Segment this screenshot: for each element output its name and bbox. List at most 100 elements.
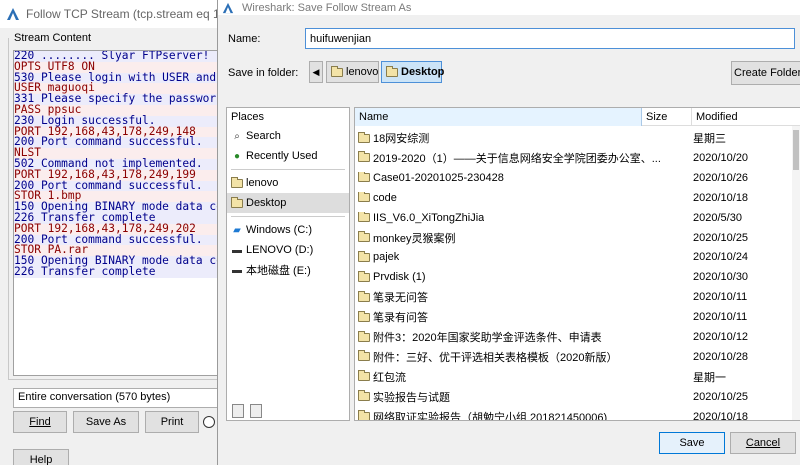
file-name-cell: 网络取证实验报告（胡勉宁小组 201821450006): [355, 409, 692, 421]
file-modified: 2020/10/28: [693, 350, 749, 363]
folder-icon: [358, 151, 370, 163]
stream-line: 200 Port command successful.: [14, 136, 217, 149]
wireshark-logo-icon: [7, 8, 19, 20]
folder-icon: [358, 191, 370, 203]
file-name-cell: Prvdisk (1): [355, 271, 692, 283]
file-row[interactable]: 实验报告与试题 2020/10/25: [355, 387, 795, 407]
print-button-label: Print: [160, 416, 184, 428]
file-name: Case01-20201025-230428: [373, 171, 504, 184]
file-name-cell: 笔录有问答: [355, 309, 692, 325]
place-recently-used[interactable]: ● Recently Used: [227, 146, 349, 166]
folder-icon: [358, 410, 370, 420]
file-name: 笔录无问答: [373, 292, 428, 305]
file-modified: 2020/10/11: [693, 291, 748, 304]
file-list: Name Size Modified 18网安综测 星期三 2019-2020（1）…: [354, 107, 800, 421]
file-row[interactable]: 18网安综测 星期三: [355, 128, 795, 148]
save-as-button-label: Save As: [85, 416, 127, 428]
column-header-size[interactable]: Size: [642, 108, 692, 126]
folder-icon: [358, 390, 370, 402]
remove-bookmark-icon[interactable]: [250, 404, 262, 418]
place-lenovo[interactable]: lenovo: [227, 173, 349, 193]
path-back-arrow-icon[interactable]: ◀: [309, 61, 323, 83]
file-row[interactable]: Case01-20201025-230428 2020/10/26: [355, 168, 795, 188]
file-name-cell: 红包流: [355, 369, 692, 385]
folder-icon: [358, 310, 370, 322]
place-search[interactable]: ⌕ Search: [227, 126, 349, 146]
place-label: Recently Used: [246, 150, 318, 162]
file-row[interactable]: 附件：三好、优干评选相关表格模板（2020新版） 2020/10/28: [355, 347, 795, 367]
find-button[interactable]: Find: [13, 411, 67, 433]
breadcrumb-desktop[interactable]: Desktop: [381, 61, 445, 83]
create-folder-button[interactable]: Create Folder: [731, 61, 800, 85]
place-drive-e[interactable]: ▬ 本地磁盘 (E:): [227, 260, 349, 280]
file-name: 笔录有问答: [373, 312, 428, 325]
place-drive-d[interactable]: ▬ LENOVO (D:): [227, 240, 349, 260]
file-row[interactable]: 附件3：2020年国家奖助学金评选条件、申请表 2020/10/12: [355, 327, 795, 347]
place-label: Search: [246, 130, 281, 142]
breadcrumb-label: Desktop: [401, 66, 445, 78]
place-label: lenovo: [246, 177, 279, 189]
cancel-button-label: Cancel: [745, 437, 781, 449]
print-button[interactable]: Print: [145, 411, 199, 433]
file-modified: 2020/10/12: [693, 331, 749, 343]
place-drive-c[interactable]: ▰ Windows (C:): [227, 220, 349, 240]
file-modified: 2020/10/26: [693, 171, 749, 184]
windows-drive-icon: ▰: [233, 224, 241, 236]
file-name: pajek: [373, 251, 400, 264]
column-header-modified[interactable]: Modified: [692, 108, 800, 126]
dialog-titlebar: Wireshark: Save Follow Stream As: [218, 0, 800, 15]
breadcrumb-lenovo[interactable]: lenovo: [326, 61, 379, 83]
file-row[interactable]: 2019-2020（1）——关于信息网络安全学院团委办公室、... 2020/10…: [355, 148, 795, 168]
direction-radio[interactable]: [203, 416, 215, 428]
file-list-scroll-thumb[interactable]: [793, 130, 799, 170]
recent-icon: ●: [233, 150, 241, 162]
place-label: 本地磁盘 (E:): [246, 265, 311, 277]
conversation-select[interactable]: Entire conversation (570 bytes): [13, 388, 218, 408]
stream-line: 226 Transfer complete: [14, 266, 217, 278]
save-button-label: Save: [679, 437, 705, 449]
stream-content-text[interactable]: 220 ........ Slyar FTPserver! OPTS UTF8 O…: [13, 50, 218, 376]
column-header-name[interactable]: Name: [355, 108, 642, 126]
folder-icon: [358, 370, 370, 382]
wireshark-logo-icon: [222, 2, 234, 13]
file-modified: 2020/10/30: [693, 271, 749, 284]
save-in-folder-label: Save in folder:: [228, 67, 299, 79]
save-button[interactable]: Save: [659, 432, 725, 454]
follow-tcp-stream-window: Follow TCP Stream (tcp.stream eq 17) Str…: [0, 0, 232, 465]
file-row[interactable]: Prvdisk (1) 2020/10/30: [355, 267, 795, 287]
help-button-label: Help: [29, 454, 53, 465]
name-label: Name:: [228, 33, 261, 45]
folder-icon: [231, 176, 243, 188]
file-row[interactable]: 笔录有问答 2020/10/11: [355, 307, 795, 327]
file-modified: 2020/10/25: [693, 231, 749, 244]
help-button[interactable]: Help: [13, 449, 69, 465]
place-desktop[interactable]: Desktop: [227, 193, 349, 213]
folder-icon: [358, 350, 370, 362]
file-row[interactable]: monkey灵猴案例 2020/10/25: [355, 228, 795, 248]
file-name-cell: pajek: [355, 251, 692, 263]
file-name: code: [373, 191, 397, 204]
file-name: monkey灵猴案例: [373, 232, 456, 245]
places-toolbar: [232, 404, 262, 418]
file-row[interactable]: IIS_V6.0_XiTongZhiJia 2020/5/30: [355, 208, 795, 228]
file-row[interactable]: 笔录无问答 2020/10/11: [355, 287, 795, 307]
save-as-button[interactable]: Save As: [73, 411, 139, 433]
file-row[interactable]: code 2020/10/18: [355, 188, 795, 208]
file-row[interactable]: 红包流 星期一: [355, 367, 795, 387]
file-row[interactable]: pajek 2020/10/24: [355, 247, 795, 267]
file-name: 网络取证实验报告（胡勉宁小组 201821450006): [373, 411, 608, 421]
add-bookmark-icon[interactable]: [232, 404, 244, 418]
cancel-button[interactable]: Cancel: [730, 432, 796, 454]
file-row[interactable]: 网络取证实验报告（胡勉宁小组 201821450006) 2020/10/18: [355, 407, 795, 421]
folder-icon: [358, 330, 370, 342]
filename-input[interactable]: [305, 28, 795, 49]
places-panel: Places ⌕ Search ● Recently Used lenovo D…: [226, 107, 350, 421]
folder-icon: [331, 65, 343, 77]
file-modified: 星期三: [693, 133, 726, 145]
file-name-cell: Case01-20201025-230428: [355, 171, 692, 184]
follow-window-titlebar: Follow TCP Stream (tcp.stream eq 17): [0, 0, 231, 28]
file-name-cell: 实验报告与试题: [355, 389, 692, 405]
file-modified: 2020/10/18: [693, 191, 749, 204]
file-list-scrollbar[interactable]: [792, 126, 800, 420]
find-button-label: Find: [29, 416, 51, 428]
